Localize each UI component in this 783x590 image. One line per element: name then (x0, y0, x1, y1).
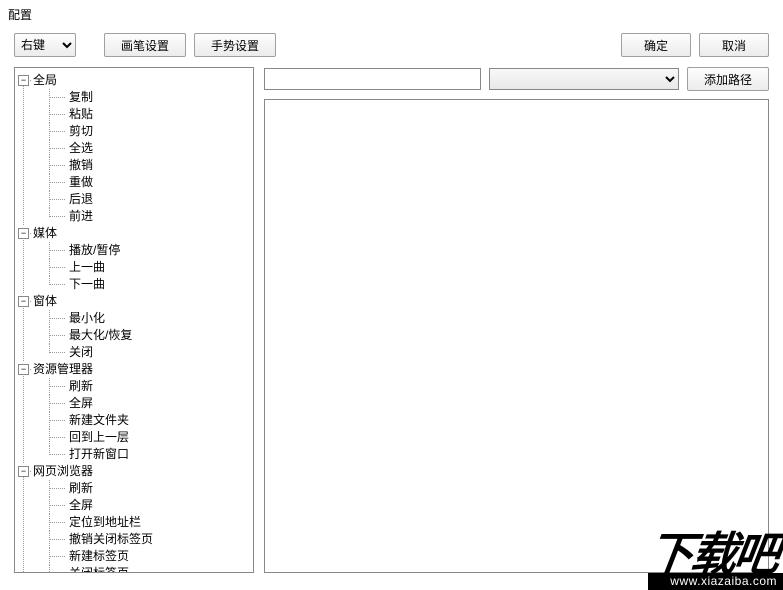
window-title: 配置 (0, 0, 783, 29)
tree-item-label[interactable]: 后退 (69, 192, 93, 206)
tree-item-label[interactable]: 重做 (69, 175, 93, 189)
content-box (264, 99, 769, 573)
tree-group[interactable]: 资源管理器刷新全屏新建文件夹回到上一层打开新窗口 (17, 361, 251, 463)
tree-item-label[interactable]: 全选 (69, 141, 93, 155)
add-path-button[interactable]: 添加路径 (687, 67, 769, 91)
tree-item[interactable]: 定位到地址栏 (43, 514, 251, 531)
tree-item[interactable]: 最小化 (43, 310, 251, 327)
tree-item[interactable]: 关闭 (43, 344, 251, 361)
toolbar: 右键 画笔设置 手势设置 确定 取消 (0, 29, 783, 67)
tree-group-label[interactable]: 窗体 (33, 294, 57, 308)
tree-item-label[interactable]: 剪切 (69, 124, 93, 138)
tree-group[interactable]: 全局复制粘贴剪切全选撤销重做后退前进 (17, 72, 251, 225)
tree-item[interactable]: 刷新 (43, 378, 251, 395)
tree-item[interactable]: 全屏 (43, 395, 251, 412)
tree-panel[interactable]: 全局复制粘贴剪切全选撤销重做后退前进媒体播放/暂停上一曲下一曲窗体最小化最大化/… (14, 67, 254, 573)
tree-item-label[interactable]: 定位到地址栏 (69, 515, 141, 529)
main-area: 全局复制粘贴剪切全选撤销重做后退前进媒体播放/暂停上一曲下一曲窗体最小化最大化/… (0, 67, 783, 587)
tree-item-label[interactable]: 撤销 (69, 158, 93, 172)
cancel-button[interactable]: 取消 (699, 33, 769, 57)
mouse-button-select[interactable]: 右键 (14, 33, 76, 57)
tree-item-label[interactable]: 播放/暂停 (69, 243, 120, 257)
tree-item[interactable]: 重做 (43, 174, 251, 191)
tree-group[interactable]: 媒体播放/暂停上一曲下一曲 (17, 225, 251, 293)
collapse-icon[interactable] (18, 364, 29, 375)
tree-item-label[interactable]: 刷新 (69, 481, 93, 495)
tree-item[interactable]: 播放/暂停 (43, 242, 251, 259)
tree-group-label[interactable]: 资源管理器 (33, 362, 93, 376)
tree-group-label[interactable]: 全局 (33, 73, 57, 87)
tree-group[interactable]: 窗体最小化最大化/恢复关闭 (17, 293, 251, 361)
tree-item[interactable]: 新建标签页 (43, 548, 251, 565)
tree-item[interactable]: 刷新 (43, 480, 251, 497)
tree-item-label[interactable]: 全屏 (69, 498, 93, 512)
tree-item-label[interactable]: 关闭标签页 (69, 566, 129, 573)
tree-item[interactable]: 撤销关闭标签页 (43, 531, 251, 548)
tree-item-label[interactable]: 刷新 (69, 379, 93, 393)
tree-item-label[interactable]: 撤销关闭标签页 (69, 532, 153, 546)
tree-item-label[interactable]: 回到上一层 (69, 430, 129, 444)
tree-item-label[interactable]: 复制 (69, 90, 93, 104)
tree-item[interactable]: 最大化/恢复 (43, 327, 251, 344)
tree-item-label[interactable]: 最大化/恢复 (69, 328, 132, 342)
collapse-icon[interactable] (18, 296, 29, 307)
path-row: 添加路径 (264, 67, 769, 91)
tree-group-label[interactable]: 网页浏览器 (33, 464, 93, 478)
tree-item[interactable]: 全选 (43, 140, 251, 157)
tree-item-label[interactable]: 最小化 (69, 311, 105, 325)
tree-item-label[interactable]: 前进 (69, 209, 93, 223)
tree-item[interactable]: 粘贴 (43, 106, 251, 123)
path-input[interactable] (264, 68, 481, 90)
tree-item[interactable]: 下一曲 (43, 276, 251, 293)
collapse-icon[interactable] (18, 466, 29, 477)
tree-item-label[interactable]: 关闭 (69, 345, 93, 359)
tree-item-label[interactable]: 粘贴 (69, 107, 93, 121)
tree-item[interactable]: 全屏 (43, 497, 251, 514)
tree-group-label[interactable]: 媒体 (33, 226, 57, 240)
path-select[interactable] (489, 68, 679, 90)
tree-item[interactable]: 回到上一层 (43, 429, 251, 446)
tree-item-label[interactable]: 全屏 (69, 396, 93, 410)
tree-item[interactable]: 复制 (43, 89, 251, 106)
tree-item-label[interactable]: 新建文件夹 (69, 413, 129, 427)
collapse-icon[interactable] (18, 75, 29, 86)
tree-item[interactable]: 剪切 (43, 123, 251, 140)
tree-item[interactable]: 前进 (43, 208, 251, 225)
tree-item-label[interactable]: 下一曲 (69, 277, 105, 291)
tree-group[interactable]: 网页浏览器刷新全屏定位到地址栏撤销关闭标签页新建标签页关闭标签页上一标签页下一标… (17, 463, 251, 573)
tree-item-label[interactable]: 上一曲 (69, 260, 105, 274)
tree-item[interactable]: 打开新窗口 (43, 446, 251, 463)
right-panel: 添加路径 (264, 67, 769, 573)
tree-item[interactable]: 关闭标签页 (43, 565, 251, 573)
tree-item[interactable]: 撤销 (43, 157, 251, 174)
ok-button[interactable]: 确定 (621, 33, 691, 57)
collapse-icon[interactable] (18, 228, 29, 239)
tree-item[interactable]: 上一曲 (43, 259, 251, 276)
pen-settings-button[interactable]: 画笔设置 (104, 33, 186, 57)
gesture-settings-button[interactable]: 手势设置 (194, 33, 276, 57)
tree-item-label[interactable]: 新建标签页 (69, 549, 129, 563)
tree-item[interactable]: 后退 (43, 191, 251, 208)
tree-item-label[interactable]: 打开新窗口 (69, 447, 129, 461)
tree-item[interactable]: 新建文件夹 (43, 412, 251, 429)
